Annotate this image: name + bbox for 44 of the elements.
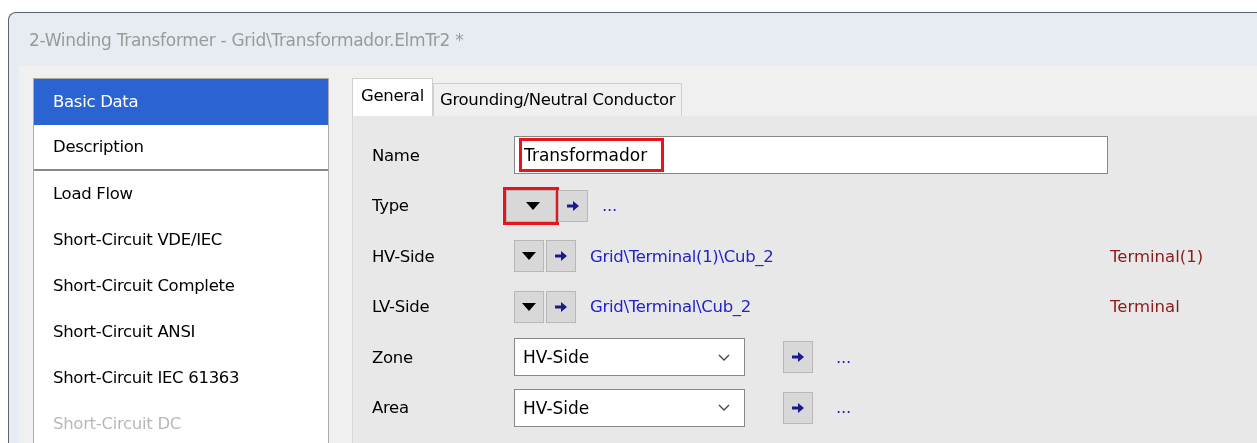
target-text: Terminal(1) xyxy=(1110,246,1204,266)
sidebar-item[interactable]: Short-Circuit Complete xyxy=(34,263,328,309)
jump-arrow-button[interactable] xyxy=(783,341,813,374)
reference-link[interactable]: Grid\Terminal\Cub_2 xyxy=(590,297,1110,317)
right-arrow-icon xyxy=(567,200,579,211)
triangle-down-icon xyxy=(522,302,536,311)
window-title: 2-Winding Transformer - Grid\Transformador.ElmTr2 * xyxy=(29,29,464,50)
chevron-down-icon xyxy=(718,353,730,361)
select-field[interactable]: HV-Side xyxy=(514,388,745,427)
field-label: Area xyxy=(372,398,410,418)
right-arrow-icon xyxy=(792,402,804,413)
right-arrow-icon xyxy=(792,352,804,363)
tab[interactable]: Grounding/Neutral Conductor xyxy=(432,83,683,116)
jump-arrow-button[interactable] xyxy=(558,189,588,222)
jump-arrow-button[interactable] xyxy=(546,290,576,323)
sidebar-item[interactable]: Short-Circuit ANSI xyxy=(34,309,328,355)
reference-link[interactable]: ... xyxy=(836,398,1257,418)
triangle-down-icon xyxy=(526,201,540,210)
reference-link[interactable]: Grid\Terminal(1)\Cub_2 xyxy=(590,246,1110,266)
field-label: Name xyxy=(372,145,421,165)
sidebar-item[interactable]: Description xyxy=(34,125,328,171)
triangle-down-icon xyxy=(522,252,536,261)
field-label: HV-Side xyxy=(372,246,436,266)
dropdown-button[interactable] xyxy=(514,240,544,273)
sidebar-item[interactable]: Short-Circuit VDE/IEC xyxy=(34,217,328,263)
tab[interactable]: General xyxy=(352,78,433,116)
select-field[interactable]: HV-Side xyxy=(514,338,745,377)
jump-arrow-button[interactable] xyxy=(783,391,813,424)
field-label: Type xyxy=(372,196,410,216)
sidebar-item[interactable]: Short-Circuit IEC 61363 xyxy=(34,355,328,401)
sidebar-item[interactable]: Basic Data xyxy=(34,79,328,125)
field-label: LV-Side xyxy=(372,297,431,317)
name-field[interactable]: Transformador xyxy=(514,136,1108,175)
sidebar-item[interactable]: Load Flow xyxy=(34,171,328,217)
dropdown-button[interactable] xyxy=(514,290,544,323)
reference-link[interactable]: ... xyxy=(836,347,1257,367)
target-text: Terminal xyxy=(1110,297,1180,317)
right-arrow-icon xyxy=(555,251,567,262)
dropdown-button[interactable] xyxy=(506,189,556,222)
jump-arrow-button[interactable] xyxy=(546,240,576,273)
chevron-down-icon xyxy=(718,404,730,412)
field-label: Zone xyxy=(372,347,414,367)
right-arrow-icon xyxy=(555,301,567,312)
reference-link[interactable]: ... xyxy=(602,196,1122,216)
